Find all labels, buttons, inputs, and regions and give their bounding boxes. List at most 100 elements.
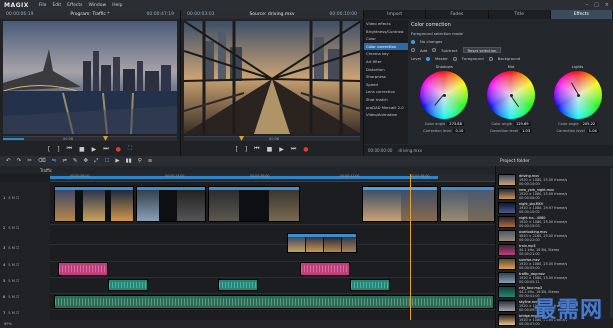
video-clip-traffic[interactable] — [136, 186, 206, 222]
cut-icon[interactable]: ✂ — [27, 158, 32, 164]
maximize-button[interactable]: □ — [594, 2, 599, 8]
source-prev-icon[interactable]: ⏮ — [254, 145, 259, 153]
minimize-button[interactable]: – — [586, 2, 589, 8]
shadows-angle-value[interactable]: 273.88 — [447, 122, 464, 126]
wheel-handle[interactable] — [434, 94, 445, 106]
effects-list-item[interactable]: Speed — [364, 81, 408, 89]
background-radio[interactable] — [488, 56, 493, 61]
mid-level-value[interactable]: 1.03 — [520, 129, 533, 133]
video-clip-driving[interactable] — [362, 186, 438, 222]
project-item[interactable]: night_sky.MXV 1920 × 1080, 29.97 frame/s 0… — [498, 202, 610, 216]
delete-icon[interactable]: ⌫ — [38, 158, 46, 164]
audio-clip-teal[interactable] — [350, 279, 390, 291]
tab-title[interactable]: Title — [489, 10, 551, 19]
effects-list-item[interactable]: proDAD Mercalli 2.0 — [364, 104, 408, 112]
next-marker-icon[interactable]: ⏭ — [103, 145, 108, 153]
audio-clip-music[interactable] — [54, 295, 494, 309]
play-toolbar-icon[interactable]: ▶ — [115, 158, 119, 164]
move-icon[interactable]: ✥ — [83, 158, 88, 164]
lights-level-value[interactable]: 1.04 — [586, 129, 599, 133]
shadows-color-wheel[interactable] — [420, 71, 469, 119]
zoom-level[interactable]: 69% — [4, 322, 12, 326]
source-stop-icon[interactable]: ■ — [267, 146, 273, 153]
effects-list-item[interactable]: Color — [364, 35, 408, 43]
timeline-playhead[interactable] — [410, 174, 411, 320]
source-record-icon[interactable]: ● — [303, 146, 308, 153]
track-header-6[interactable]: 6S M ☐ — [0, 295, 50, 299]
effects-list-item[interactable]: Brightness/Contrast — [364, 28, 408, 36]
effects-list-item[interactable]: Video/Animation — [364, 111, 408, 119]
source-marker[interactable] — [239, 136, 244, 141]
undo-icon[interactable]: ↶ — [6, 158, 11, 164]
menu-file[interactable]: File — [39, 3, 47, 8]
redo-icon[interactable]: ↷ — [17, 158, 22, 164]
source-scrubber[interactable]: 00:06 — [184, 136, 360, 141]
track-header-2[interactable]: 2S M ☐ — [0, 226, 50, 230]
project-item[interactable]: night tra...4080 1920 × 1080, 25.00 frame… — [498, 216, 610, 230]
mid-color-wheel[interactable] — [486, 71, 535, 119]
project-item[interactable]: train.mp3 44.1 kHz, 16 Bit, Stereo 00:00:2… — [498, 244, 610, 258]
effects-list-item[interactable]: Distortion — [364, 66, 408, 74]
project-item[interactable]: traffic_day.mxv 1920 × 1080, 25.00 frame/… — [498, 272, 610, 286]
project-item[interactable]: sunrise.mxv 1920 × 1080, 25.00 frame/s 00:… — [498, 258, 610, 272]
track-header-3[interactable]: 3S M ☐ — [0, 246, 50, 250]
timeline-range-bar[interactable] — [50, 176, 438, 179]
prev-marker-icon[interactable]: ⏮ — [67, 145, 72, 153]
menu-help[interactable]: Help — [112, 3, 122, 8]
effects-list-item[interactable]: Chroma key — [364, 50, 408, 58]
source-timecode-left[interactable]: 00:00:03:03 — [187, 12, 214, 17]
stop-icon[interactable]: ■ — [79, 146, 85, 153]
foreground-radio[interactable] — [453, 56, 457, 61]
subtract-radio[interactable] — [432, 48, 437, 52]
track-header-5[interactable]: 5S M ☐ — [0, 279, 50, 283]
close-button[interactable]: × — [605, 2, 609, 8]
stretch-icon[interactable]: ⤢ — [94, 158, 98, 165]
video-clip-city-night[interactable] — [54, 186, 134, 222]
select-icon[interactable]: ☐ — [104, 158, 109, 164]
lights-angle-value[interactable]: 205.22 — [580, 122, 598, 126]
effects-list-item[interactable]: Shot match — [364, 96, 408, 104]
draw-icon[interactable]: ✎ — [73, 158, 78, 164]
tab-import[interactable]: Import — [364, 10, 427, 19]
wheel-handle[interactable] — [570, 82, 579, 95]
menu-window[interactable]: Window — [88, 3, 106, 8]
record-icon[interactable]: ● — [116, 146, 121, 153]
fullscreen-icon[interactable]: ⛶ — [128, 145, 132, 153]
master-radio[interactable] — [426, 56, 431, 61]
source-mark-in-icon[interactable]: [ — [235, 146, 237, 153]
lights-color-wheel[interactable] — [553, 71, 602, 119]
program-scrubber[interactable]: 00:06 — [3, 136, 177, 141]
insert-mode-icon[interactable]: ⇋ — [52, 158, 57, 164]
effects-list-item[interactable]: Art filter — [364, 58, 408, 66]
source-mark-out-icon[interactable]: ] — [245, 146, 247, 153]
split-icon[interactable]: ▮▮ — [126, 158, 132, 164]
project-item[interactable]: overlooking.mxv 3840 × 2160, 25.00 frame/… — [498, 230, 610, 244]
video-clip-overlooking[interactable] — [440, 186, 495, 222]
play-icon[interactable]: ▶ — [92, 146, 97, 153]
program-timecode-left[interactable]: 00:00:06:19 — [6, 12, 33, 17]
ripple-icon[interactable]: ⇌ — [62, 158, 67, 164]
source-timecode-right[interactable]: 00:00:10:00 — [330, 12, 357, 17]
reset-selection-button[interactable]: Reset selection — [462, 47, 502, 53]
video-clip-bridge[interactable] — [208, 186, 300, 222]
tab-effects[interactable]: Effects — [550, 10, 613, 19]
add-radio[interactable] — [411, 48, 415, 52]
timeline-tab-traffic[interactable]: Traffic — [40, 168, 52, 173]
effects-list-item[interactable]: Video effects — [364, 20, 408, 28]
audio-clip-teal[interactable] — [108, 279, 148, 291]
source-play-icon[interactable]: ▶ — [279, 146, 284, 153]
audio-clip-pink[interactable] — [58, 262, 108, 276]
menu-icon[interactable]: ≡ — [148, 158, 153, 164]
audio-clip-pink[interactable] — [300, 262, 350, 276]
menu-effects[interactable]: Effects — [67, 3, 82, 8]
mark-out-icon[interactable]: ] — [57, 146, 59, 153]
effects-list-item-selected[interactable]: Color correction — [364, 42, 408, 51]
effects-list-item[interactable]: Sharpness — [364, 73, 408, 81]
program-marker[interactable] — [103, 136, 108, 141]
no-changes-radio[interactable] — [411, 39, 415, 44]
timeline-ruler[interactable]: 00:00:06:00 00:00:24:00 00:00:36:00 00:0… — [50, 174, 495, 182]
source-next-icon[interactable]: ⏭ — [291, 145, 296, 153]
shadows-level-value[interactable]: 0.10 — [453, 129, 466, 133]
mid-angle-value[interactable]: 129.69 — [513, 122, 531, 126]
audio-clip-teal[interactable] — [218, 279, 258, 291]
